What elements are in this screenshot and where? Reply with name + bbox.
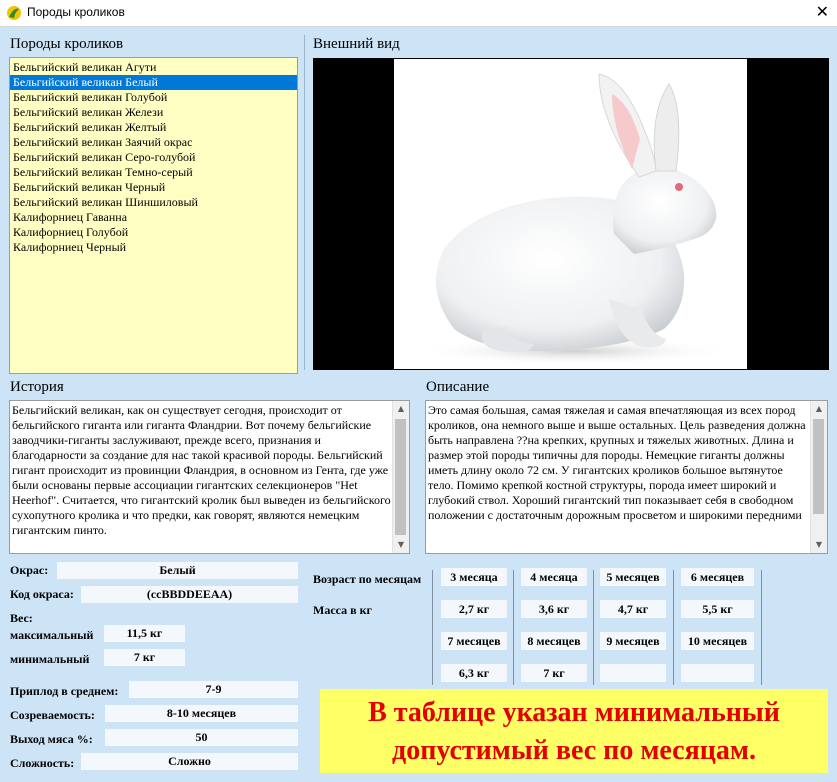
grid-divider	[432, 570, 433, 685]
age-cell: 3 месяца	[441, 568, 507, 586]
meat-yield-label: Выход мяса %:	[10, 732, 93, 746]
max-weight-label: максимальный	[10, 628, 94, 642]
grid-divider	[513, 570, 514, 685]
breed-list-item[interactable]: Бельгийский великан Заячий окрас	[10, 135, 297, 150]
breed-list-item[interactable]: Бельгийский великан Желези	[10, 105, 297, 120]
difficulty-label: Сложность:	[10, 756, 75, 770]
min-weight-value: 7 кг	[104, 649, 185, 666]
scroll-thumb[interactable]	[813, 419, 824, 514]
age-cell: 5 месяцев	[600, 568, 666, 586]
mass-cell	[600, 664, 666, 682]
panel-divider	[304, 35, 305, 370]
breed-list-item[interactable]: Бельгийский великан Черный	[10, 180, 297, 195]
description-textbox[interactable]: Это самая большая, самая тяжелая и самая…	[425, 400, 828, 554]
litter-label: Приплод в среднем:	[10, 684, 119, 698]
scroll-down-icon[interactable]: ▼	[811, 537, 827, 553]
age-label: Возраст по месяцам	[313, 572, 422, 586]
close-icon[interactable]: ✕	[816, 2, 829, 21]
app-logo-icon	[7, 6, 21, 20]
maturity-value: 8-10 месяцев	[105, 705, 298, 722]
mass-cell: 2,7 кг	[441, 600, 507, 618]
scroll-up-icon[interactable]: ▲	[811, 401, 827, 417]
appearance-title: Внешний вид	[313, 36, 400, 52]
age-cell: 8 месяцев	[521, 632, 587, 650]
color-code-label: Код окраса:	[10, 587, 74, 601]
breed-list-item[interactable]: Бельгийский великан Шиншиловый	[10, 195, 297, 210]
breed-list-item[interactable]: Калифорниец Гаванна	[10, 210, 297, 225]
mass-cell: 5,5 кг	[681, 600, 754, 618]
color-label: Окрас:	[10, 563, 49, 577]
description-title: Описание	[426, 379, 490, 395]
age-cell: 6 месяцев	[681, 568, 754, 586]
breed-list-item[interactable]: Бельгийский великан Темно-серый	[10, 165, 297, 180]
history-text: Бельгийский великан, как он существует с…	[12, 403, 391, 537]
description-text: Это самая большая, самая тяжелая и самая…	[428, 403, 806, 522]
breed-photo	[313, 58, 829, 370]
age-cell: 7 месяцев	[441, 632, 507, 650]
mass-label: Масса в кг	[313, 603, 372, 617]
difficulty-value: Сложно	[81, 753, 298, 770]
history-title: История	[10, 379, 64, 395]
banner-line-2: допустимый вес по месяцам.	[392, 735, 756, 766]
breed-list-item[interactable]: Бельгийский великан Голубой	[10, 90, 297, 105]
window-title: Породы кроликов	[27, 5, 125, 19]
scroll-thumb[interactable]	[395, 419, 406, 535]
breed-list-item[interactable]: Калифорниец Черный	[10, 240, 297, 255]
title-bar: Породы кроликов ✕	[0, 0, 837, 27]
history-textbox[interactable]: Бельгийский великан, как он существует с…	[9, 400, 410, 554]
mass-cell: 4,7 кг	[600, 600, 666, 618]
min-weight-label: минимальный	[10, 652, 90, 666]
age-cell: 4 месяца	[521, 568, 587, 586]
color-code-value: (ccBBDDEEAA)	[81, 586, 298, 603]
mass-cell	[681, 664, 754, 682]
description-scrollbar[interactable]: ▲ ▼	[810, 401, 827, 553]
max-weight-value: 11,5 кг	[104, 625, 185, 642]
mass-cell: 6,3 кг	[441, 664, 507, 682]
grid-divider	[593, 570, 594, 685]
meat-yield-value: 50	[105, 729, 298, 746]
breed-list-item[interactable]: Калифорниец Голубой	[10, 225, 297, 240]
rabbit-image	[414, 73, 734, 365]
breeds-title: Породы кроликов	[10, 36, 124, 52]
breed-list-item[interactable]: Бельгийский великан Агути	[10, 60, 297, 75]
weight-label: Вес:	[10, 611, 33, 625]
litter-value: 7-9	[129, 681, 298, 698]
scroll-down-icon[interactable]: ▼	[393, 537, 409, 553]
maturity-label: Созреваемость:	[10, 708, 95, 722]
breed-list[interactable]: Бельгийский великан Агути Бельгийский вел…	[9, 57, 298, 374]
grid-divider	[673, 570, 674, 685]
breed-list-item[interactable]: Бельгийский великан Желтый	[10, 120, 297, 135]
grid-divider	[761, 570, 762, 685]
mass-cell: 7 кг	[521, 664, 587, 682]
age-cell: 10 месяцев	[681, 632, 754, 650]
breed-list-item[interactable]: Бельгийский великан Белый	[10, 75, 297, 90]
scroll-up-icon[interactable]: ▲	[393, 401, 409, 417]
breed-list-item[interactable]: Бельгийский великан Серо-голубой	[10, 150, 297, 165]
age-cell: 9 месяцев	[600, 632, 666, 650]
weight-notice-banner: В таблице указан минимальный допустимый …	[320, 689, 828, 773]
color-value: Белый	[57, 562, 298, 579]
banner-line-1: В таблице указан минимальный	[368, 697, 780, 728]
mass-cell: 3,6 кг	[521, 600, 587, 618]
history-scrollbar[interactable]: ▲ ▼	[392, 401, 409, 553]
